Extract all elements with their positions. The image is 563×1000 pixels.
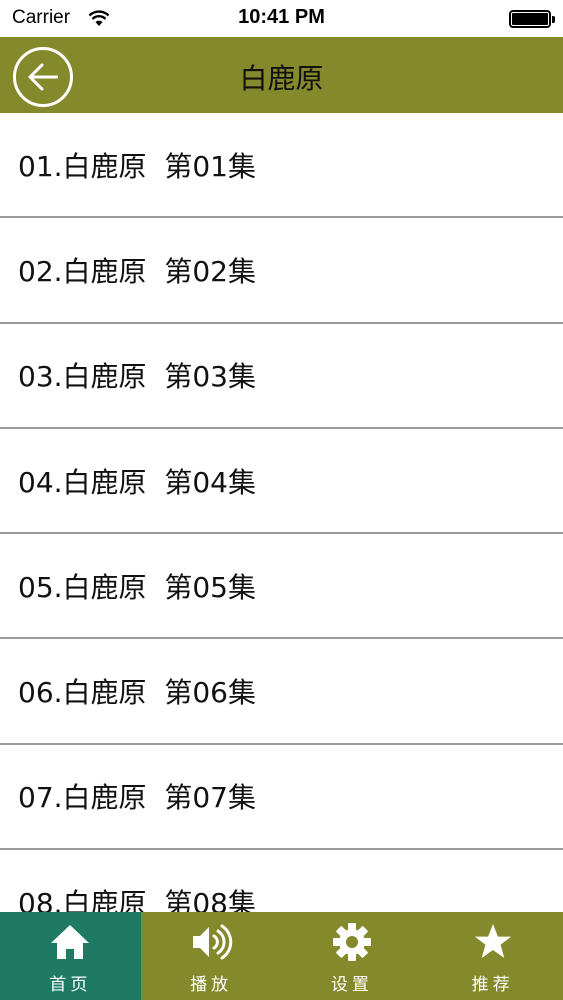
- episode-label: 02.白鹿原 第02集: [18, 254, 256, 288]
- home-icon: [51, 925, 90, 959]
- tab-recommend[interactable]: 推荐: [422, 912, 563, 1000]
- tab-settings[interactable]: 设置: [282, 912, 423, 1000]
- app-screen: Carrier 10:41 PM 白鹿原 01.白鹿原 第01集 02.白鹿原 …: [0, 0, 563, 1000]
- list-item-episode-07[interactable]: 07.白鹿原 第07集: [0, 745, 563, 851]
- episode-label: 01.白鹿原 第01集: [18, 149, 256, 183]
- list-item-episode-02[interactable]: 02.白鹿原 第02集: [0, 218, 563, 324]
- tab-home-label: 首页: [49, 975, 92, 995]
- status-bar: Carrier 10:41 PM: [0, 0, 563, 37]
- star-icon: [474, 924, 511, 958]
- episode-label: 07.白鹿原 第07集: [18, 781, 256, 815]
- episode-label: 04.白鹿原 第04集: [18, 465, 256, 499]
- tab-home[interactable]: 首页: [0, 912, 141, 1000]
- nav-bar: 白鹿原: [0, 37, 563, 113]
- tab-play[interactable]: 播放: [141, 912, 282, 1000]
- page-title: 白鹿原: [239, 62, 324, 95]
- list-item-episode-08[interactable]: 08.白鹿原 第08集: [0, 850, 563, 912]
- gear-icon: [332, 923, 371, 961]
- status-time: 10:41 PM: [238, 6, 325, 28]
- battery-icon: [509, 10, 555, 28]
- episode-list[interactable]: 01.白鹿原 第01集 02.白鹿原 第02集 03.白鹿原 第03集 04.白…: [0, 113, 563, 912]
- tab-settings-label: 设置: [330, 975, 373, 995]
- episode-label: 03.白鹿原 第03集: [18, 360, 256, 394]
- episode-label: 05.白鹿原 第05集: [18, 570, 256, 604]
- tab-bar: 首页 播放 设置 推荐: [0, 912, 563, 1000]
- tab-recommend-label: 推荐: [471, 975, 514, 995]
- episode-label: 06.白鹿原 第06集: [18, 676, 256, 710]
- tab-play-label: 播放: [190, 975, 233, 995]
- episode-label: 08.白鹿原 第08集: [18, 886, 256, 912]
- list-item-episode-06[interactable]: 06.白鹿原 第06集: [0, 639, 563, 745]
- speaker-icon: [193, 924, 233, 960]
- list-item-episode-03[interactable]: 03.白鹿原 第03集: [0, 324, 563, 429]
- list-item-episode-01[interactable]: 01.白鹿原 第01集: [0, 113, 563, 219]
- list-item-episode-04[interactable]: 04.白鹿原 第04集: [0, 429, 563, 535]
- list-item-episode-05[interactable]: 05.白鹿原 第05集: [0, 534, 563, 640]
